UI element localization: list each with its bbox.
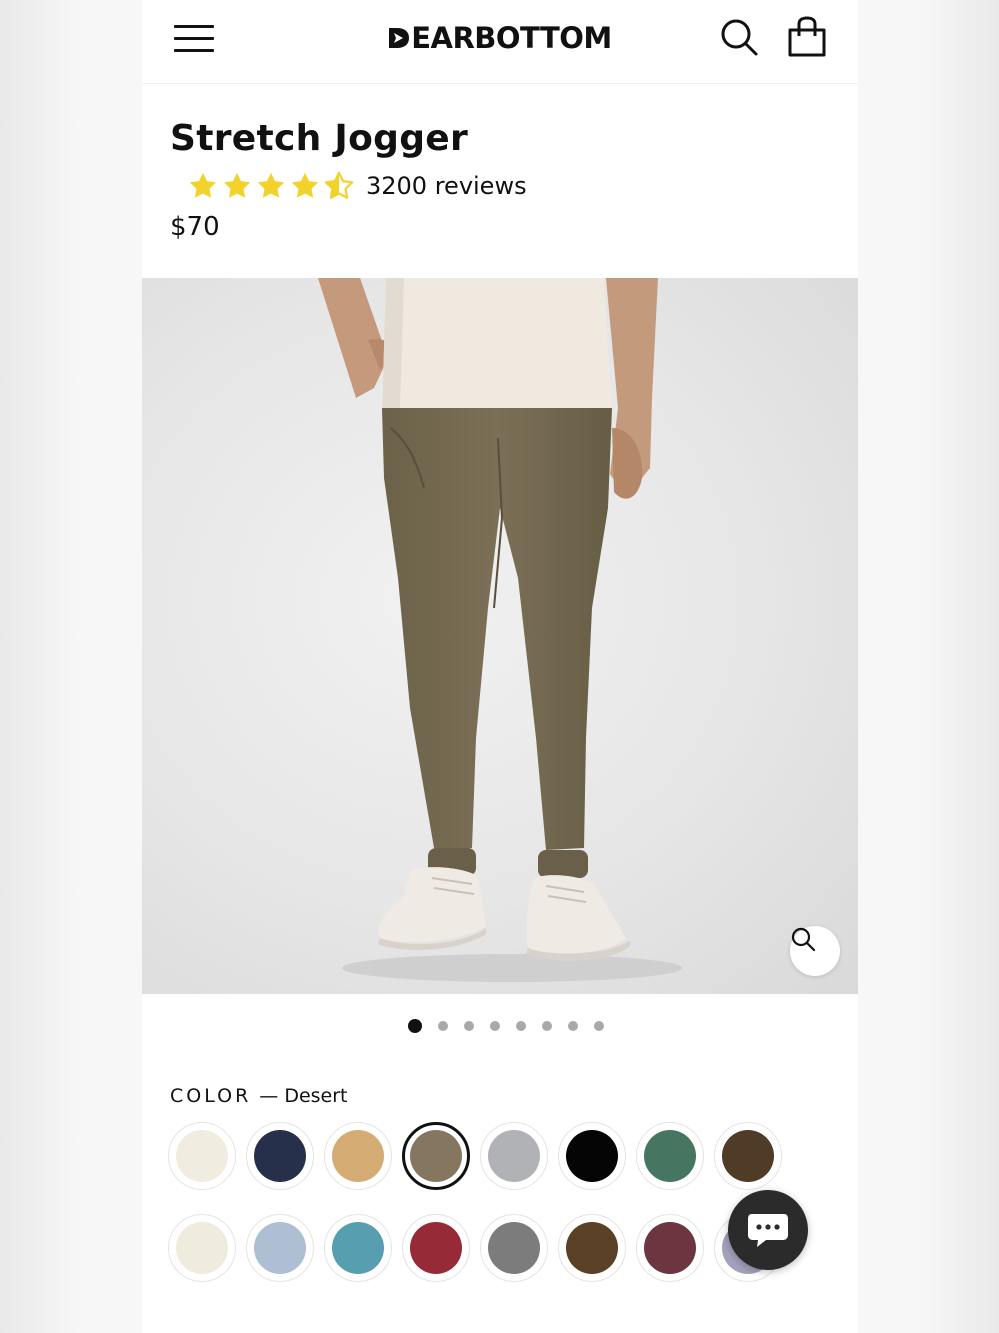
pagination-dot[interactable] xyxy=(594,1021,604,1031)
pagination-dot[interactable] xyxy=(438,1021,448,1031)
color-swatch-fill xyxy=(644,1130,696,1182)
site-header: EARBOTTOM xyxy=(142,0,858,84)
hamburger-icon-line xyxy=(174,49,214,52)
zoom-icon xyxy=(791,927,816,952)
product-title: Stretch Jogger xyxy=(170,118,469,159)
product-page: EARBOTTOM Stretch Jogger 3200 reviews $7… xyxy=(142,0,858,1333)
review-count: 3200 reviews xyxy=(366,172,527,200)
color-swatch-fill xyxy=(566,1222,618,1274)
color-swatch-fill xyxy=(332,1222,384,1274)
color-swatch[interactable] xyxy=(324,1122,392,1190)
image-pagination xyxy=(400,1016,612,1036)
chat-icon xyxy=(748,1214,788,1247)
color-swatch[interactable] xyxy=(714,1122,782,1190)
star-full-icon xyxy=(223,172,251,198)
pagination-dot[interactable] xyxy=(542,1021,552,1031)
product-price: $70 xyxy=(170,212,220,242)
pagination-dot[interactable] xyxy=(490,1021,500,1031)
menu-button[interactable] xyxy=(172,20,216,56)
color-swatch-fill xyxy=(566,1130,618,1182)
color-swatch[interactable] xyxy=(480,1214,548,1282)
pagination-dot-active[interactable] xyxy=(408,1019,422,1033)
hamburger-icon xyxy=(174,25,214,28)
color-swatch-selected[interactable] xyxy=(402,1122,470,1190)
color-swatch-fill xyxy=(176,1222,228,1274)
shopping-bag-icon xyxy=(788,16,826,57)
pagination-dot[interactable] xyxy=(464,1021,474,1031)
color-swatch[interactable] xyxy=(168,1214,236,1282)
color-swatch[interactable] xyxy=(558,1214,626,1282)
color-swatch[interactable] xyxy=(558,1122,626,1190)
color-swatch-fill xyxy=(176,1130,228,1182)
color-swatch-fill xyxy=(722,1130,774,1182)
color-swatch[interactable] xyxy=(636,1122,704,1190)
cart-button[interactable] xyxy=(786,16,828,58)
color-heading: COLOR xyxy=(170,1085,252,1107)
pagination-dot[interactable] xyxy=(568,1021,578,1031)
search-button[interactable] xyxy=(718,16,760,58)
rating-summary[interactable]: 3200 reviews xyxy=(188,170,527,202)
chat-button[interactable] xyxy=(728,1190,808,1270)
color-label: COLOR — Desert xyxy=(170,1085,348,1107)
color-swatch-fill xyxy=(254,1222,306,1274)
color-swatch[interactable] xyxy=(168,1122,236,1190)
star-rating xyxy=(188,171,354,201)
color-swatch[interactable] xyxy=(324,1214,392,1282)
color-swatch[interactable] xyxy=(402,1214,470,1282)
brand-logo[interactable]: EARBOTTOM xyxy=(374,18,626,58)
product-image[interactable] xyxy=(142,278,858,994)
color-swatch-fill xyxy=(488,1130,540,1182)
selected-color-name: — Desert xyxy=(259,1085,348,1107)
star-full-icon xyxy=(291,172,319,198)
color-swatch-fill xyxy=(254,1130,306,1182)
star-full-icon xyxy=(189,172,217,198)
zoom-button[interactable] xyxy=(790,926,840,976)
color-swatch-fill xyxy=(332,1130,384,1182)
pagination-dot[interactable] xyxy=(516,1021,526,1031)
color-swatch[interactable] xyxy=(480,1122,548,1190)
color-swatch[interactable] xyxy=(636,1214,704,1282)
brand-logo-mark-icon xyxy=(389,28,410,48)
model-wearing-joggers-image xyxy=(318,278,682,982)
color-swatch[interactable] xyxy=(246,1122,314,1190)
color-swatch-fill xyxy=(644,1222,696,1274)
search-icon xyxy=(721,19,758,56)
star-full-icon xyxy=(257,172,285,198)
star-half-icon xyxy=(324,171,354,199)
color-swatch-fill xyxy=(410,1222,462,1274)
color-swatch[interactable] xyxy=(246,1214,314,1282)
color-swatch-fill xyxy=(488,1222,540,1274)
hamburger-icon-line xyxy=(174,37,214,40)
color-swatch-fill xyxy=(410,1130,462,1182)
brand-name: EARBOTTOM xyxy=(411,21,612,55)
